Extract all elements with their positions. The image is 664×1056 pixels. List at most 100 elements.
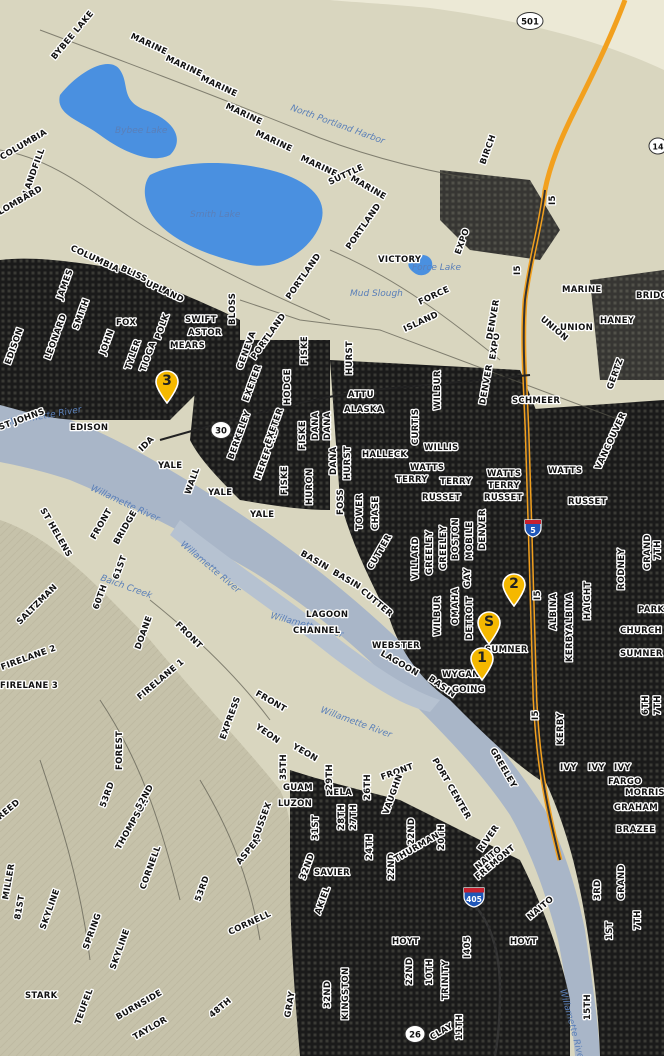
svg-text:7TH: 7TH <box>653 540 663 560</box>
svg-text:FOREST: FOREST <box>115 731 125 770</box>
svg-text:RUSSET: RUSSET <box>484 493 523 503</box>
svg-text:ALASKA: ALASKA <box>344 405 384 415</box>
svg-text:DANA: DANA <box>329 446 339 475</box>
svg-text:35TH: 35TH <box>279 754 289 780</box>
svg-text:WEBSTER: WEBSTER <box>372 641 420 651</box>
svg-text:I5: I5 <box>531 710 541 720</box>
svg-text:30: 30 <box>215 427 227 437</box>
svg-text:FISKE: FISKE <box>300 336 310 365</box>
svg-text:KERBY: KERBY <box>565 629 575 662</box>
mud-slough-label: Mud Slough <box>350 289 403 299</box>
svg-text:WATTS: WATTS <box>548 466 582 476</box>
svg-text:7TH: 7TH <box>653 695 663 715</box>
svg-text:DANA: DANA <box>323 411 333 440</box>
svg-text:LAGOON: LAGOON <box>306 610 348 620</box>
svg-text:GOING: GOING <box>452 685 485 695</box>
svg-text:26TH: 26TH <box>363 774 373 800</box>
svg-text:GRAND: GRAND <box>617 864 627 900</box>
interstate-405-shield: 405 <box>463 887 485 908</box>
svg-text:15TH: 15TH <box>583 994 593 1020</box>
marker-label: 3 <box>162 373 172 389</box>
svg-text:FISKE: FISKE <box>280 466 290 495</box>
svg-text:HOYT: HOYT <box>392 937 419 947</box>
marker-label: S <box>483 614 495 630</box>
svg-text:GRAHAM: GRAHAM <box>614 803 658 813</box>
svg-text:I5: I5 <box>548 195 558 205</box>
map-view[interactable]: Bybee Lake Smith Lake North Portland Har… <box>0 0 664 1056</box>
highway-26-shield: 26 <box>404 1025 426 1043</box>
svg-text:SCHMEER: SCHMEER <box>512 396 560 406</box>
svg-text:24TH: 24TH <box>365 834 375 860</box>
svg-text:29TH: 29TH <box>325 764 335 790</box>
svg-text:FISKE: FISKE <box>298 421 308 450</box>
map-marker-3[interactable]: 3 <box>154 370 180 404</box>
svg-text:ATTU: ATTU <box>348 390 374 400</box>
svg-text:CURTIS: CURTIS <box>411 409 421 445</box>
svg-text:28TH: 28TH <box>337 804 347 830</box>
svg-text:BOSTON: BOSTON <box>451 518 461 560</box>
svg-text:IVY: IVY <box>614 763 631 773</box>
svg-text:CHASE: CHASE <box>371 497 381 530</box>
highway-501-shield: 501 <box>516 12 544 30</box>
svg-text:11TH: 11TH <box>455 1014 465 1040</box>
svg-text:KERBY: KERBY <box>556 712 566 745</box>
highway-14-shield: 14 <box>648 137 664 155</box>
svg-text:ALBINA: ALBINA <box>565 593 575 630</box>
svg-text:BRIDGE: BRIDGE <box>636 291 664 301</box>
svg-text:WATTS: WATTS <box>410 463 444 473</box>
svg-text:ALBINA: ALBINA <box>549 593 559 630</box>
svg-text:IVY: IVY <box>560 763 577 773</box>
svg-text:TOWER: TOWER <box>355 494 365 530</box>
svg-text:GRAND: GRAND <box>643 534 653 570</box>
interstate-5-shield: 5 <box>524 519 542 538</box>
svg-text:HALLECK: HALLECK <box>362 450 407 460</box>
svg-text:I405: I405 <box>463 936 473 958</box>
svg-text:VICTORY: VICTORY <box>378 255 422 265</box>
map-base-layer: Bybee Lake Smith Lake North Portland Har… <box>0 0 664 1056</box>
svg-text:SAVIER: SAVIER <box>314 868 350 878</box>
svg-text:32ND: 32ND <box>323 981 333 1008</box>
svg-text:RUSSET: RUSSET <box>568 497 607 507</box>
svg-text:RUSSET: RUSSET <box>422 493 461 503</box>
svg-text:3RD: 3RD <box>593 880 603 900</box>
svg-text:FIRELANE 3: FIRELANE 3 <box>0 681 58 691</box>
map-marker-start[interactable]: S <box>476 611 502 645</box>
svg-text:HURST: HURST <box>345 341 355 375</box>
svg-text:WILBUR: WILBUR <box>433 370 443 410</box>
svg-text:GREELEY: GREELEY <box>425 530 435 575</box>
svg-text:GREELEY: GREELEY <box>439 525 449 570</box>
svg-text:EDISON: EDISON <box>70 423 108 433</box>
svg-text:ASTOR: ASTOR <box>188 328 222 338</box>
svg-text:YALE: YALE <box>157 461 182 471</box>
svg-text:OMAHA: OMAHA <box>451 587 461 625</box>
map-marker-1[interactable]: 1 <box>469 647 495 681</box>
svg-text:TERRY: TERRY <box>440 477 472 487</box>
svg-text:HODGE: HODGE <box>283 369 293 405</box>
svg-text:1ST: 1ST <box>605 921 615 940</box>
svg-text:VILLARD: VILLARD <box>411 537 421 580</box>
svg-text:CHURCH: CHURCH <box>620 626 662 636</box>
svg-text:DENVER: DENVER <box>478 509 488 550</box>
svg-text:HANEY: HANEY <box>600 316 635 326</box>
svg-text:27TH: 27TH <box>349 804 359 830</box>
svg-text:5: 5 <box>530 526 536 535</box>
svg-text:FARGO: FARGO <box>608 777 642 787</box>
svg-text:HOYT: HOYT <box>510 937 537 947</box>
svg-text:IVY: IVY <box>588 763 605 773</box>
svg-text:TERRY: TERRY <box>488 481 520 491</box>
svg-text:10TH: 10TH <box>425 959 435 985</box>
svg-text:KINGSTON: KINGSTON <box>341 968 351 1021</box>
svg-text:WATTS: WATTS <box>487 469 521 479</box>
marker-label: 2 <box>509 576 519 592</box>
svg-text:UNION: UNION <box>560 323 593 333</box>
svg-text:BRAZEE: BRAZEE <box>616 825 655 835</box>
svg-text:GUAM: GUAM <box>283 783 313 793</box>
map-marker-2[interactable]: 2 <box>501 573 527 607</box>
svg-text:405: 405 <box>466 895 482 904</box>
svg-text:22ND: 22ND <box>405 958 415 985</box>
marker-label: 1 <box>477 650 487 666</box>
highway-30-shield: 30 <box>210 421 232 439</box>
svg-text:14: 14 <box>652 143 664 152</box>
svg-text:SUMNER: SUMNER <box>620 649 663 659</box>
svg-text:GAY: GAY <box>463 568 473 588</box>
